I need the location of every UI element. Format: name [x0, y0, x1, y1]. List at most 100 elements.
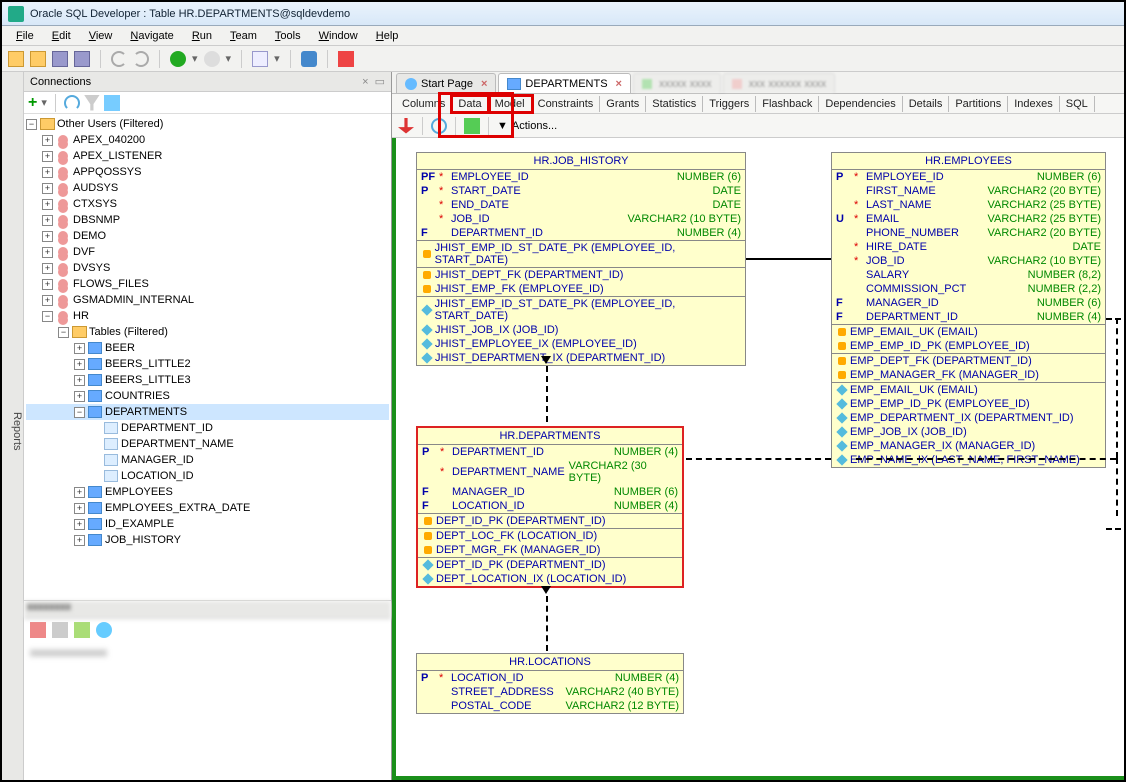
- subtab-indexes[interactable]: Indexes: [1008, 96, 1060, 112]
- tree-node[interactable]: MANAGER_ID: [26, 452, 389, 468]
- tree-node[interactable]: +BEERS_LITTLE3: [26, 372, 389, 388]
- expand-toggle[interactable]: +: [42, 215, 53, 226]
- menu-help[interactable]: Help: [368, 28, 407, 44]
- expand-toggle[interactable]: +: [42, 135, 53, 146]
- menu-team[interactable]: Team: [222, 28, 265, 44]
- entity-HR-DEPARTMENTS[interactable]: HR.DEPARTMENTSP*DEPARTMENT_IDNUMBER (4)*…: [416, 426, 684, 588]
- undo-icon[interactable]: [111, 51, 127, 67]
- tab-ghost-2[interactable]: xxx xxxxxx xxxx: [723, 73, 836, 93]
- tree-icon[interactable]: [104, 95, 120, 111]
- reports-side-tab[interactable]: Reports: [2, 72, 24, 780]
- redo-icon[interactable]: [133, 51, 149, 67]
- subtab-partitions[interactable]: Partitions: [949, 96, 1008, 112]
- tree-node[interactable]: +EMPLOYEES: [26, 484, 389, 500]
- expand-toggle[interactable]: +: [74, 487, 85, 498]
- tree-node[interactable]: +COUNTRIES: [26, 388, 389, 404]
- tree-node[interactable]: +APEX_040200: [26, 132, 389, 148]
- menu-window[interactable]: Window: [311, 28, 366, 44]
- actions-link[interactable]: Actions...: [512, 120, 557, 132]
- menu-edit[interactable]: Edit: [44, 28, 79, 44]
- find-icon[interactable]: [301, 51, 317, 67]
- expand-toggle[interactable]: +: [42, 167, 53, 178]
- tree-node[interactable]: +BEER: [26, 340, 389, 356]
- tree-node[interactable]: +DBSNMP: [26, 212, 389, 228]
- tree-node[interactable]: +CTXSYS: [26, 196, 389, 212]
- expand-toggle[interactable]: +: [74, 375, 85, 386]
- subtab-grants[interactable]: Grants: [600, 96, 646, 112]
- entity-HR-JOB_HISTORY[interactable]: HR.JOB_HISTORYPF*EMPLOYEE_IDNUMBER (6)P*…: [416, 152, 746, 366]
- tree-node[interactable]: +AUDSYS: [26, 180, 389, 196]
- expand-toggle[interactable]: −: [42, 311, 53, 322]
- tab-departments[interactable]: DEPARTMENTS×: [498, 73, 631, 93]
- bp-icon1[interactable]: [30, 622, 46, 638]
- expand-toggle[interactable]: +: [42, 231, 53, 242]
- menu-file[interactable]: File: [8, 28, 42, 44]
- pin-icon[interactable]: [398, 118, 414, 134]
- back-icon[interactable]: [170, 51, 186, 67]
- tree-node[interactable]: +DVSYS: [26, 260, 389, 276]
- subtab-constraints[interactable]: Constraints: [532, 96, 601, 112]
- menu-navigate[interactable]: Navigate: [122, 28, 181, 44]
- model-diagram-canvas[interactable]: HR.JOB_HISTORYPF*EMPLOYEE_IDNUMBER (6)P*…: [392, 138, 1124, 780]
- expand-toggle[interactable]: −: [26, 119, 37, 130]
- filter-icon[interactable]: [84, 95, 100, 111]
- subtab-sql[interactable]: SQL: [1060, 96, 1095, 112]
- tree-node[interactable]: +JOB_HISTORY: [26, 532, 389, 548]
- tree-node[interactable]: −HR: [26, 308, 389, 324]
- refresh-icon[interactable]: [64, 95, 80, 111]
- entity-HR-EMPLOYEES[interactable]: HR.EMPLOYEESP*EMPLOYEE_IDNUMBER (6)FIRST…: [831, 152, 1106, 468]
- expand-toggle[interactable]: +: [74, 503, 85, 514]
- expand-toggle[interactable]: −: [74, 407, 85, 418]
- menu-run[interactable]: Run: [184, 28, 220, 44]
- tree-node[interactable]: −Tables (Filtered): [26, 324, 389, 340]
- expand-toggle[interactable]: +: [42, 279, 53, 290]
- expand-toggle[interactable]: −: [58, 327, 69, 338]
- subtab-statistics[interactable]: Statistics: [646, 96, 703, 112]
- menu-view[interactable]: View: [81, 28, 121, 44]
- close-icon[interactable]: ×: [616, 78, 622, 90]
- open-icon[interactable]: [30, 51, 46, 67]
- subtab-flashback[interactable]: Flashback: [756, 96, 819, 112]
- bp-icon3[interactable]: [74, 622, 90, 638]
- sql-icon[interactable]: [252, 51, 268, 67]
- expand-toggle[interactable]: +: [42, 247, 53, 258]
- expand-toggle[interactable]: +: [74, 391, 85, 402]
- tree-node[interactable]: DEPARTMENT_ID: [26, 420, 389, 436]
- tree-node[interactable]: −DEPARTMENTS: [26, 404, 389, 420]
- tree-node[interactable]: +DEMO: [26, 228, 389, 244]
- subtab-details[interactable]: Details: [903, 96, 950, 112]
- tree-node[interactable]: +EMPLOYEES_EXTRA_DATE: [26, 500, 389, 516]
- new-icon[interactable]: [8, 51, 24, 67]
- stop-icon[interactable]: [338, 51, 354, 67]
- tree-node[interactable]: −Other Users (Filtered): [26, 116, 389, 132]
- expand-toggle[interactable]: +: [42, 151, 53, 162]
- save-icon[interactable]: [52, 51, 68, 67]
- tree-node[interactable]: +ID_EXAMPLE: [26, 516, 389, 532]
- new-connection-icon[interactable]: +: [28, 94, 37, 112]
- connections-tree[interactable]: −Other Users (Filtered)+APEX_040200+APEX…: [24, 114, 391, 600]
- saveall-icon[interactable]: [74, 51, 90, 67]
- tree-node[interactable]: DEPARTMENT_NAME: [26, 436, 389, 452]
- expand-toggle[interactable]: +: [42, 295, 53, 306]
- expand-toggle[interactable]: +: [42, 199, 53, 210]
- expand-toggle[interactable]: +: [74, 519, 85, 530]
- subtab-dependencies[interactable]: Dependencies: [819, 96, 902, 112]
- tree-node[interactable]: +FLOWS_FILES: [26, 276, 389, 292]
- expand-toggle[interactable]: +: [42, 183, 53, 194]
- entity-HR-LOCATIONS[interactable]: HR.LOCATIONSP*LOCATION_IDNUMBER (4)STREE…: [416, 653, 684, 714]
- tree-node[interactable]: LOCATION_ID: [26, 468, 389, 484]
- close-icon[interactable]: ×: [481, 78, 487, 90]
- tree-node[interactable]: +APPQOSSYS: [26, 164, 389, 180]
- expand-toggle[interactable]: +: [74, 535, 85, 546]
- expand-toggle[interactable]: +: [74, 359, 85, 370]
- tab-ghost-1[interactable]: xxxxx xxxx: [633, 73, 721, 93]
- tree-node[interactable]: +DVF: [26, 244, 389, 260]
- tree-node[interactable]: +GSMADMIN_INTERNAL: [26, 292, 389, 308]
- bp-icon4[interactable]: [96, 622, 112, 638]
- expand-toggle[interactable]: +: [74, 343, 85, 354]
- subtab-triggers[interactable]: Triggers: [703, 96, 756, 112]
- tab-start-page[interactable]: Start Page×: [396, 73, 496, 93]
- expand-toggle[interactable]: +: [42, 263, 53, 274]
- tree-node[interactable]: +APEX_LISTENER: [26, 148, 389, 164]
- tree-node[interactable]: +BEERS_LITTLE2: [26, 356, 389, 372]
